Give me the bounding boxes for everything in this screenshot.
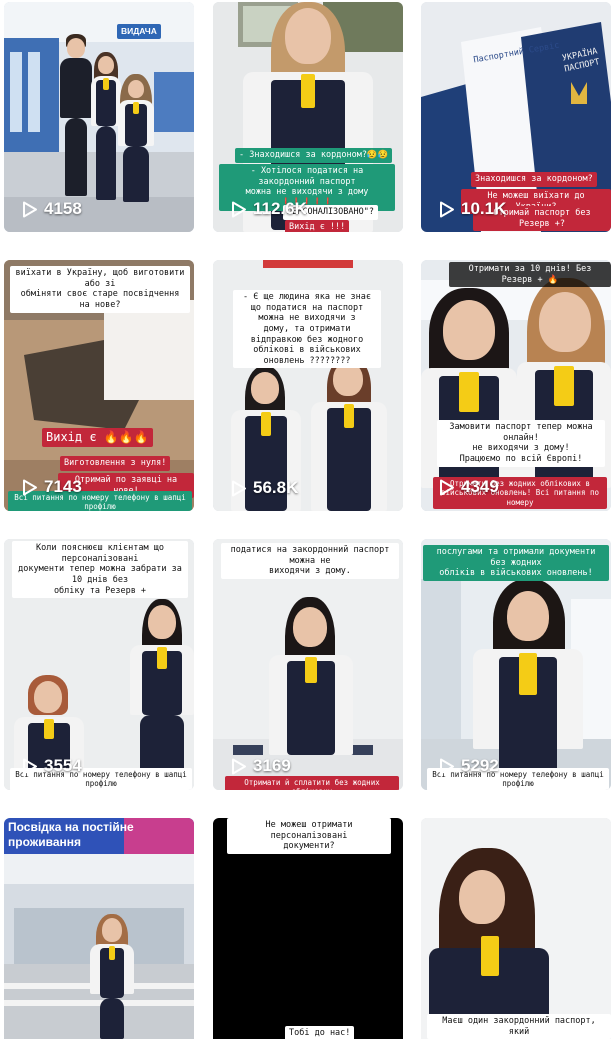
video-caption: ВИДАЧА bbox=[117, 24, 161, 39]
video-tile[interactable]: Отримати за 10 днів! Без Резерв + 🔥 Замо… bbox=[421, 260, 611, 511]
video-caption: Маєш один закордонний паспорт, який bbox=[427, 1014, 611, 1039]
view-count-label: 4349 bbox=[461, 477, 499, 496]
view-count-label: 7143 bbox=[44, 477, 82, 496]
view-count: 4349 bbox=[439, 477, 499, 497]
view-count-label: 112.6K bbox=[253, 199, 307, 218]
video-tile[interactable]: Посвідка на постійне проживання bbox=[4, 818, 194, 1039]
view-count: 4158 bbox=[22, 199, 82, 219]
video-tile[interactable]: УКРАЇНА ПАСПОРТ Паспортний Сервіс Знаход… bbox=[421, 2, 611, 232]
view-count: 3554 bbox=[22, 756, 82, 776]
view-count: 5292 bbox=[439, 756, 499, 776]
video-caption: податися на закордонний паспорт можна не… bbox=[221, 543, 399, 579]
view-count: 56.8K bbox=[231, 478, 298, 498]
view-count-label: 5292 bbox=[461, 756, 499, 775]
video-tile[interactable]: податися на закордонний паспорт можна не… bbox=[213, 539, 403, 790]
video-caption: Отримати за 10 днів! Без Резерв + 🔥 bbox=[449, 262, 611, 288]
video-tile[interactable]: Не можеш отримати персоналізовані докуме… bbox=[213, 818, 403, 1039]
video-caption: Не можеш отримати персоналізовані докуме… bbox=[227, 818, 391, 854]
play-icon bbox=[232, 201, 246, 217]
video-tile[interactable]: виїхати в Україну, щоб виготовити або зі… bbox=[4, 260, 194, 511]
video-caption: Вихід є 🔥🔥🔥 bbox=[42, 428, 153, 447]
video-tile[interactable]: - Знаходишся за кордоном?😥😥 - Хотілося п… bbox=[213, 2, 403, 232]
video-tile[interactable]: послугами та отримали документи без жодн… bbox=[421, 539, 611, 790]
play-icon bbox=[440, 201, 454, 217]
video-tile[interactable]: Маєш один закордонний паспорт, який bbox=[421, 818, 611, 1039]
play-icon bbox=[232, 480, 246, 496]
video-caption: виїхати в Україну, щоб виготовити або зі… bbox=[10, 266, 190, 313]
video-caption: - Знаходишся за кордоном?😥😥 bbox=[235, 148, 393, 163]
video-tile[interactable]: - Є ще людина яка не знає що податися на… bbox=[213, 260, 403, 511]
play-icon bbox=[23, 479, 37, 495]
video-caption: Вихід є !!! bbox=[285, 220, 350, 232]
view-count: 3169 bbox=[231, 756, 291, 776]
view-count: 112.6K bbox=[231, 199, 307, 219]
person-figure bbox=[116, 74, 156, 214]
video-caption: Замовити паспорт тепер можна онлайн! не … bbox=[437, 420, 605, 467]
video-caption: - Є ще людина яка не знає що податися на… bbox=[233, 290, 381, 369]
play-icon bbox=[23, 201, 37, 217]
person-figure bbox=[130, 599, 194, 790]
person-figure bbox=[311, 356, 387, 511]
person-figure bbox=[429, 848, 549, 1039]
video-tile[interactable]: Коли пояснюєш клієнтам що персоналізован… bbox=[4, 539, 194, 790]
video-tile[interactable]: ВИДАЧА 4158 bbox=[4, 2, 194, 232]
view-count-label: 10.1K bbox=[461, 199, 507, 218]
video-caption: Виготовлення з нуля! bbox=[60, 456, 171, 471]
video-caption: Знаходишся за кордоном? bbox=[471, 172, 597, 187]
video-caption: послугами та отримали документи без жодн… bbox=[423, 545, 609, 581]
video-grid: ВИДАЧА 4158 - Знаходишся за кордоном?😥😥 … bbox=[0, 0, 616, 1039]
video-caption: Тобі до нас! bbox=[285, 1026, 355, 1039]
view-count: 7143 bbox=[22, 477, 82, 497]
play-icon bbox=[23, 758, 37, 774]
view-count-label: 4158 bbox=[44, 199, 82, 218]
person-figure bbox=[90, 914, 134, 1039]
view-count-label: 56.8K bbox=[253, 478, 299, 497]
play-icon bbox=[440, 758, 454, 774]
play-icon bbox=[232, 758, 246, 774]
view-count-label: 3169 bbox=[253, 756, 291, 775]
view-count-label: 3554 bbox=[44, 756, 82, 775]
video-caption: Посвідка на постійне проживання bbox=[8, 820, 134, 849]
play-icon bbox=[440, 479, 454, 495]
video-caption: Отримати й сплатити без жодних облікових bbox=[225, 776, 399, 790]
view-count: 10.1K bbox=[439, 199, 506, 219]
video-caption: Коли пояснюєш клієнтам що персоналізован… bbox=[12, 541, 188, 599]
